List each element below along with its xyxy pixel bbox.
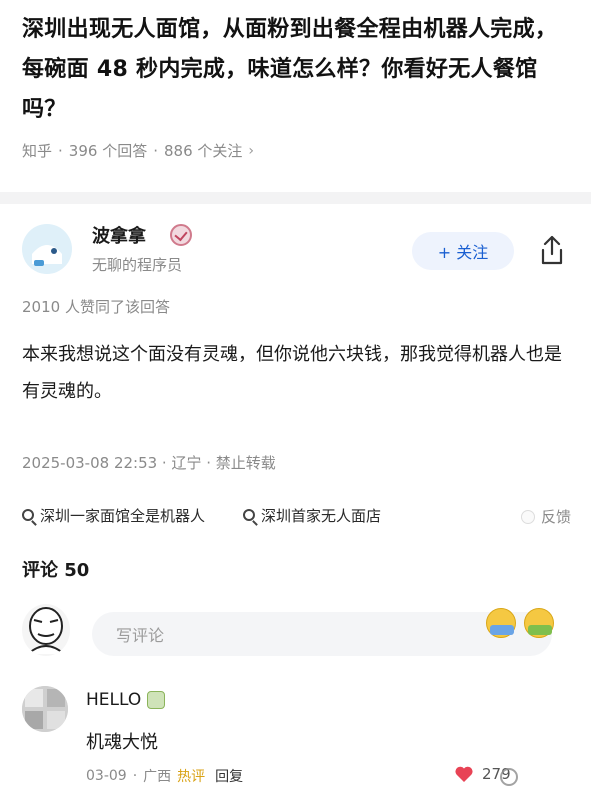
question-meta[interactable]: 知乎 · 396 个回答 · 886 个关注 › xyxy=(22,140,572,161)
related-search-label: 深圳一家面馆全是机器人 xyxy=(40,506,206,525)
level-badge-icon xyxy=(147,691,166,709)
commenter-avatar[interactable] xyxy=(22,686,68,732)
chevron-right-icon: › xyxy=(248,142,254,159)
question-title[interactable]: 深圳出现无人面馆，从面粉到出餐全程由机器人完成，每碗面 48 秒内完成，味道怎么… xyxy=(22,10,572,130)
feedback-icon xyxy=(520,509,535,524)
reply-button[interactable]: 回复 xyxy=(215,766,243,786)
answer-meta: 2025-03-08 22:53 · 辽宁 · 禁止转载 xyxy=(22,454,276,472)
related-search-row: 深圳一家面馆全是机器人 深圳首家无人面店 反馈 xyxy=(22,500,591,530)
comment-input-row: 写评论 xyxy=(22,600,572,664)
comment-item: HELLO 机魂大悦 03-09 · 广西 热评 回复 279 xyxy=(22,686,582,796)
search-icon xyxy=(22,509,34,521)
user-avatar[interactable] xyxy=(22,604,70,656)
comment-text: 机魂大悦 xyxy=(86,732,158,753)
author-avatar[interactable] xyxy=(22,224,72,274)
related-search-label: 深圳首家无人面店 xyxy=(261,506,382,525)
commenter-name: HELLO xyxy=(86,690,142,710)
site-name: 知乎 xyxy=(22,142,53,160)
separator: · xyxy=(153,141,158,160)
feedback-label: 反馈 xyxy=(540,508,571,526)
verified-badge-icon xyxy=(170,224,192,246)
search-icon xyxy=(243,509,256,521)
answer-count: 396 个回答 xyxy=(68,142,148,160)
section-divider xyxy=(0,192,591,204)
comment-date: 03-09 xyxy=(86,768,127,784)
comment-placeholder: 写评论 xyxy=(116,626,165,645)
answer-content: 本来我想说这个面没有灵魂，但你说他六块钱，那我觉得机器人也是有灵魂的。 xyxy=(22,344,562,402)
weibo-logo-icon xyxy=(500,768,518,786)
watermark xyxy=(500,768,518,786)
heart-icon xyxy=(455,766,473,782)
related-search-chip[interactable]: 深圳首家无人面店 xyxy=(243,505,381,526)
share-icon[interactable] xyxy=(537,234,567,266)
comment-input[interactable]: 写评论 xyxy=(92,612,552,656)
author-description: 无聊的程序员 xyxy=(92,256,183,274)
author-name[interactable]: 波拿拿 xyxy=(92,222,146,248)
comments-title: 评论 50 xyxy=(22,560,90,581)
related-search-chip[interactable]: 深圳一家面馆全是机器人 xyxy=(22,505,205,526)
author-row: 波拿拿 无聊的程序员 + 关注 xyxy=(22,218,572,282)
separator: · xyxy=(58,141,63,160)
feedback-button[interactable]: 反馈 xyxy=(520,506,571,527)
comment-location: 广西 xyxy=(143,769,172,785)
follower-count: 886 个关注 xyxy=(163,142,243,160)
upvote-summary: 2010 人赞同了该回答 xyxy=(22,298,170,316)
emoji-thanks-icon[interactable] xyxy=(486,608,516,638)
hot-comment-tag: 热评 xyxy=(177,769,206,785)
commenter-name-row[interactable]: HELLO xyxy=(86,690,166,710)
question-block: 深圳出现无人面馆，从面粉到出餐全程由机器人完成，每碗面 48 秒内完成，味道怎么… xyxy=(22,10,572,161)
comment-meta: 03-09 · 广西 热评 回复 xyxy=(86,766,243,786)
emoji-agree-icon[interactable] xyxy=(524,608,554,638)
separator: · xyxy=(132,768,138,784)
follow-button[interactable]: + 关注 xyxy=(412,232,514,270)
